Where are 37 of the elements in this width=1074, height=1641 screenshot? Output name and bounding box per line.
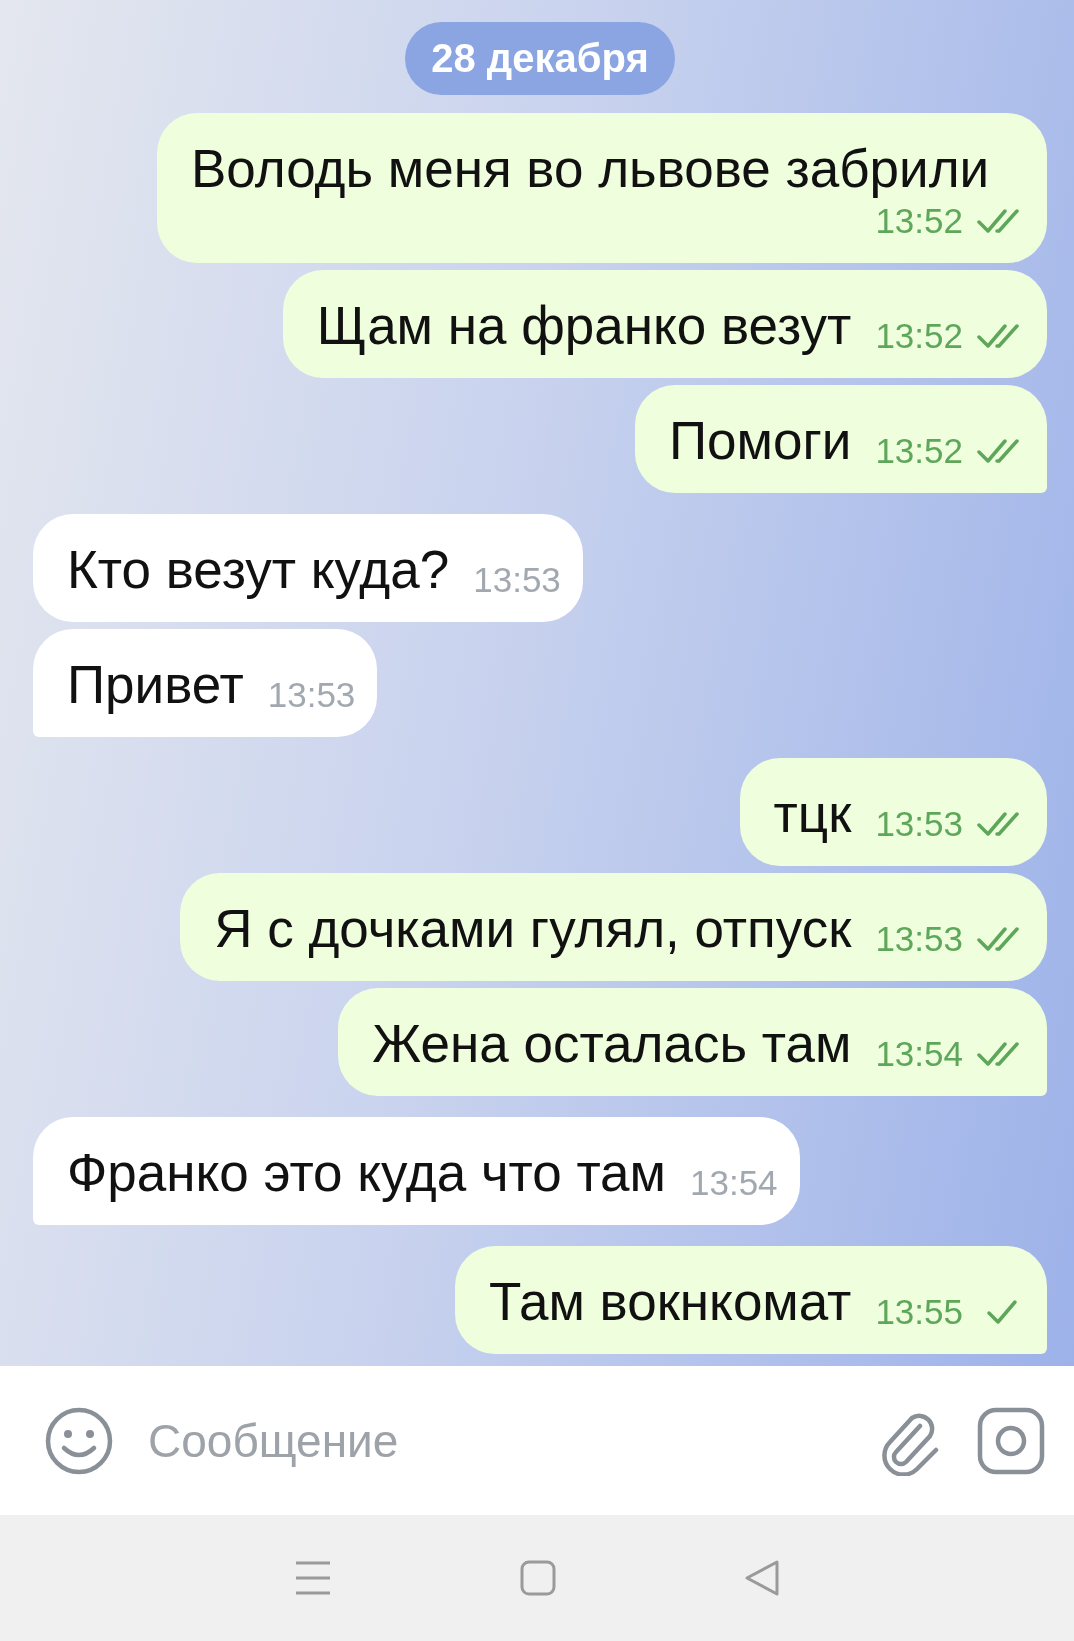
message-bubble[interactable]: Я с дочками гулял, отпуск 13:53 [180,873,1047,981]
message-time: 13:52 [875,201,963,241]
back-icon[interactable] [744,1559,780,1597]
message-bubble[interactable]: Володь меня во львове забрили 13:52 [157,113,1047,263]
menu-icon[interactable] [294,1559,332,1597]
message-text: Франко это куда что там [67,1142,666,1204]
message-text: Володь меня во львове забрили [191,138,990,200]
message-bubble[interactable]: Жена осталась там 13:54 [338,988,1047,1096]
message-bubble[interactable]: Привет 13:53 [33,629,378,737]
date-badge: 28 декабря [405,22,675,95]
message-time: 13:54 [690,1163,778,1203]
message-text: Кто везут куда? [67,539,450,601]
message-time: 13:52 [875,316,963,356]
message-text: Помоги [669,410,852,472]
message-time: 13:52 [875,431,963,471]
message-text: Жена осталась там [372,1013,852,1075]
message-input[interactable]: Сообщение [148,1413,846,1468]
message-bubble[interactable]: Франко это куда что там 13:54 [33,1117,800,1225]
message-bubble[interactable]: Щам на франко везут 13:52 [282,270,1047,378]
message-time: 13:53 [473,560,561,600]
message-text: Там вокнкомат [489,1271,852,1333]
message-time: 13:53 [267,675,356,715]
message-bubble[interactable]: Помоги 13:52 [635,385,1047,493]
message-bubble[interactable]: Кто везут куда? 13:53 [33,514,583,622]
message-text: Щам на франко везут [316,295,852,357]
message-bubble[interactable]: Там вокнкомат 13:55 [455,1246,1047,1354]
message-time: 13:55 [875,1292,963,1332]
home-icon[interactable] [520,1560,556,1596]
message-text: тцк [773,783,852,845]
message-bubble[interactable]: тцк 13:53 [739,758,1047,866]
camera-icon[interactable] [976,1405,1046,1476]
message-text: Привет [67,654,244,716]
message-time: 13:54 [875,1034,963,1074]
emoji-icon[interactable] [44,1405,114,1476]
message-time: 13:53 [875,919,963,959]
message-time: 13:53 [875,804,963,844]
message-text: Я с дочками гулял, отпуск [214,898,852,960]
